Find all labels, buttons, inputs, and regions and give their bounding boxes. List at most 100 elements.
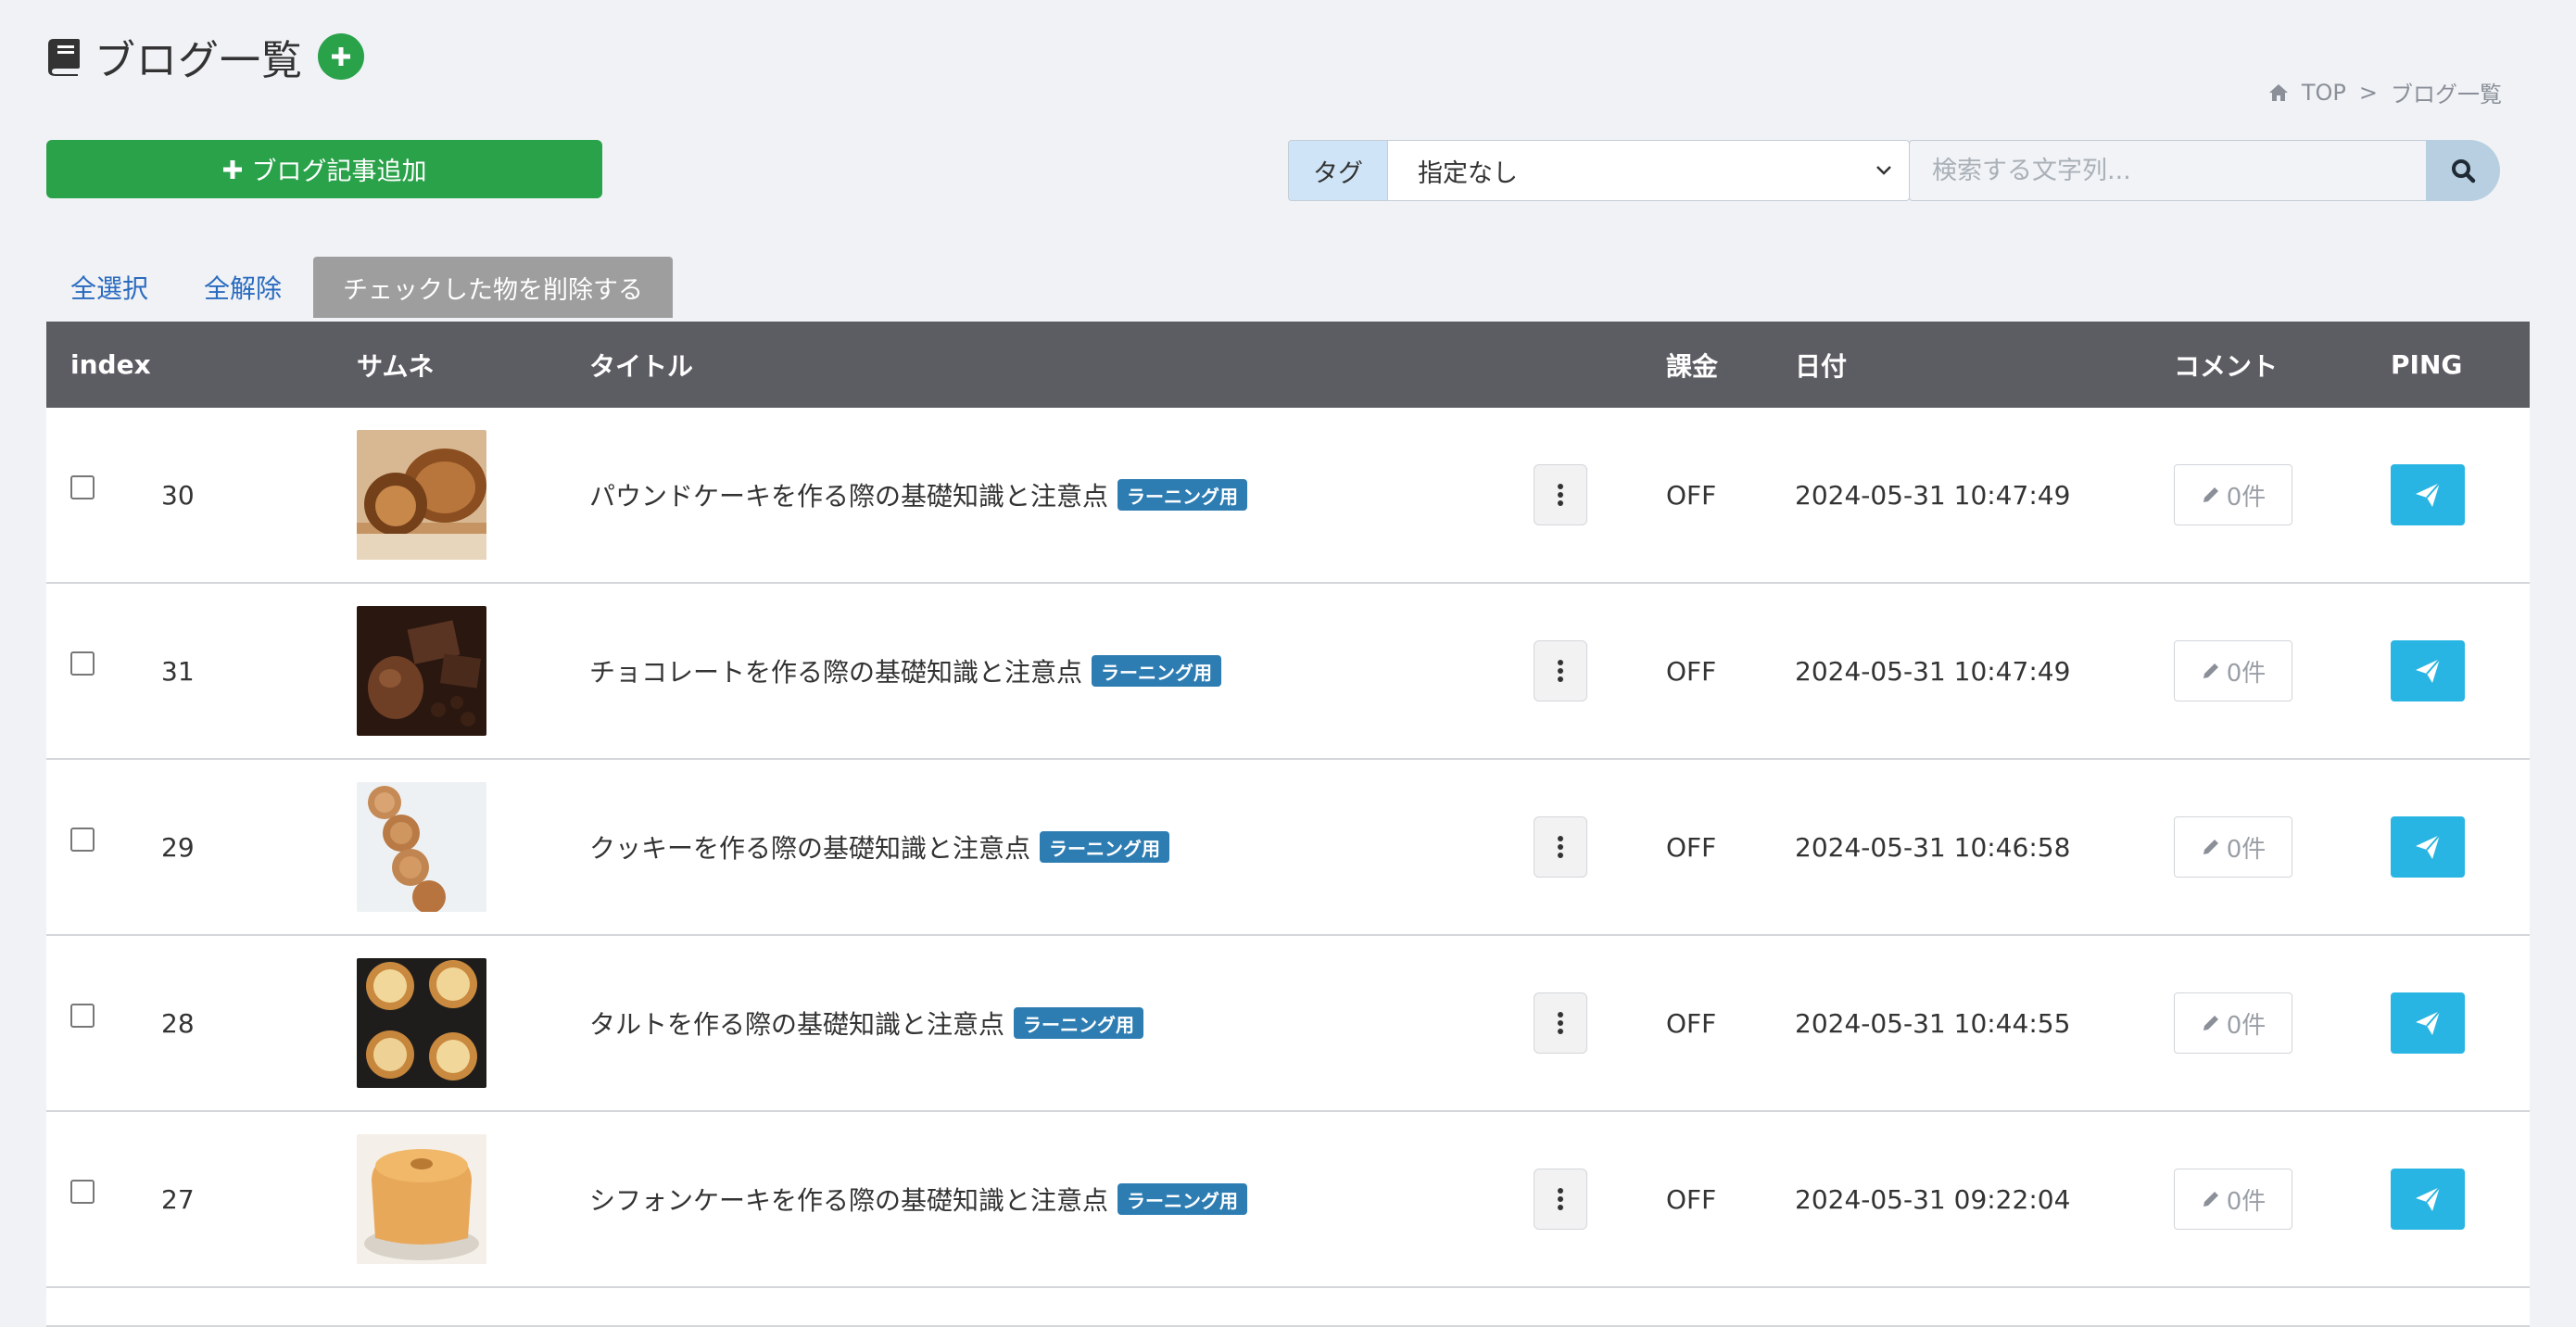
row-comment-button[interactable]: 0件 — [2174, 464, 2292, 525]
search-button[interactable] — [2426, 140, 2500, 201]
row-thumbnail-tart[interactable] — [357, 958, 486, 1088]
search-input[interactable] — [1909, 140, 2427, 201]
row-checkbox[interactable] — [70, 651, 95, 676]
row-more-button[interactable] — [1534, 640, 1587, 701]
row-index: 30 — [161, 479, 195, 511]
row-comment-count: 0件 — [2226, 483, 2267, 512]
row-tag-badge: ラーニング用 — [1092, 655, 1222, 687]
row-billing: OFF — [1666, 655, 1717, 687]
column-header-index: index — [70, 349, 151, 380]
row-checkbox[interactable] — [70, 828, 95, 852]
table-row: 28 タルトを作る際の基礎知識と注意点 ラーニング用 OFF 2024-05-3… — [46, 936, 2530, 1112]
tag-select-value: 指定なし — [1418, 158, 1518, 188]
tag-filter-label: タグ — [1288, 140, 1387, 201]
ellipsis-vertical-icon — [1558, 1012, 1563, 1034]
row-comment-count: 0件 — [2226, 659, 2267, 688]
paper-plane-icon — [2416, 1010, 2441, 1035]
ellipsis-vertical-icon — [1558, 836, 1563, 858]
add-blog-post-button[interactable]: ブログ記事追加 — [46, 140, 602, 198]
row-more-button[interactable] — [1534, 816, 1587, 878]
row-checkbox[interactable] — [70, 1004, 95, 1028]
row-checkbox[interactable] — [70, 475, 95, 499]
paper-plane-icon — [2416, 482, 2441, 507]
breadcrumb-current: ブログ一覧 — [2391, 82, 2502, 107]
deselect-all-link[interactable]: 全解除 — [204, 269, 282, 306]
row-comment-count: 0件 — [2226, 835, 2267, 864]
row-index: 27 — [161, 1183, 195, 1215]
column-header-title: タイトル — [589, 350, 694, 382]
row-billing: OFF — [1666, 831, 1717, 863]
pencil-icon — [2203, 1192, 2218, 1207]
row-comment-button[interactable]: 0件 — [2174, 640, 2292, 701]
row-tag-badge: ラーニング用 — [1040, 831, 1170, 863]
row-billing: OFF — [1666, 1007, 1717, 1039]
breadcrumb: TOP > ブログ一覧 — [2268, 76, 2502, 108]
ellipsis-vertical-icon — [1558, 484, 1563, 506]
row-more-button[interactable] — [1534, 1169, 1587, 1230]
table-row-partial — [46, 1288, 2530, 1327]
search-icon — [2452, 159, 2476, 183]
row-thumbnail-cookie[interactable] — [357, 782, 486, 912]
row-comment-button[interactable]: 0件 — [2174, 816, 2292, 878]
row-ping-button[interactable] — [2391, 640, 2465, 701]
row-tag-badge: ラーニング用 — [1118, 479, 1248, 511]
row-title[interactable]: シフォンケーキを作る際の基礎知識と注意点 — [589, 1181, 1108, 1218]
pencil-icon — [2203, 1016, 2218, 1030]
ellipsis-vertical-icon — [1558, 1188, 1563, 1210]
tag-select[interactable]: 指定なし — [1387, 140, 1910, 201]
column-header-ping: PING — [2391, 349, 2463, 380]
bulk-actions: 全選択 全解除 — [70, 257, 337, 318]
row-index: 29 — [161, 831, 195, 863]
tag-filter: タグ 指定なし — [1288, 140, 1910, 201]
table-row: 30 パウンドケーキを作る際の基礎知識と注意点 ラーニング用 OFF 2024-… — [46, 408, 2530, 584]
row-title[interactable]: タルトを作る際の基礎知識と注意点 — [589, 1005, 1004, 1042]
row-comment-button[interactable]: 0件 — [2174, 992, 2292, 1054]
row-title[interactable]: チョコレートを作る際の基礎知識と注意点 — [589, 652, 1082, 689]
chevron-down-icon — [1876, 166, 1891, 175]
delete-checked-button[interactable]: チェックした物を削除する — [313, 257, 673, 318]
row-date: 2024-05-31 10:47:49 — [1795, 655, 2071, 687]
book-icon — [48, 39, 80, 76]
add-blog-post-label: ブログ記事追加 — [251, 158, 427, 186]
row-checkbox[interactable] — [70, 1180, 95, 1204]
table-row: 27 シフォンケーキを作る際の基礎知識と注意点 ラーニング用 OFF 2024-… — [46, 1112, 2530, 1288]
row-comment-count: 0件 — [2226, 1187, 2267, 1216]
breadcrumb-separator: > — [2358, 79, 2378, 106]
table-header: index サムネ タイトル 課金 日付 コメント PING — [46, 322, 2530, 408]
row-date: 2024-05-31 10:46:58 — [1795, 831, 2071, 863]
row-thumbnail-chiffon-cake[interactable] — [357, 1134, 486, 1264]
row-comment-button[interactable]: 0件 — [2174, 1169, 2292, 1230]
column-header-date: 日付 — [1795, 350, 1848, 382]
row-date: 2024-05-31 10:44:55 — [1795, 1007, 2071, 1039]
home-icon — [2268, 83, 2288, 101]
table-row: 31 チョコレートを作る際の基礎知識と注意点 ラーニング用 OFF 2024-0… — [46, 584, 2530, 760]
plus-icon — [222, 159, 242, 179]
row-ping-button[interactable] — [2391, 464, 2465, 525]
paper-plane-icon — [2416, 658, 2441, 683]
page-title-text: ブログ一覧 — [95, 37, 303, 84]
row-title[interactable]: クッキーを作る際の基礎知識と注意点 — [589, 828, 1030, 866]
row-comment-count: 0件 — [2226, 1011, 2267, 1040]
row-ping-button[interactable] — [2391, 816, 2465, 878]
paper-plane-icon — [2416, 834, 2441, 859]
column-header-comment: コメント — [2174, 350, 2279, 382]
row-thumbnail-pound-cake[interactable] — [357, 430, 486, 560]
title-add-button[interactable] — [318, 33, 364, 80]
row-thumbnail-chocolate[interactable] — [357, 606, 486, 736]
row-date: 2024-05-31 09:22:04 — [1795, 1183, 2071, 1215]
breadcrumb-top-link[interactable]: TOP — [2302, 80, 2346, 106]
row-ping-button[interactable] — [2391, 1169, 2465, 1230]
search-group — [1909, 140, 2500, 201]
plus-icon — [332, 47, 350, 66]
row-more-button[interactable] — [1534, 992, 1587, 1054]
row-title[interactable]: パウンドケーキを作る際の基礎知識と注意点 — [589, 476, 1108, 513]
row-billing: OFF — [1666, 479, 1717, 511]
page-title: ブログ一覧 — [46, 28, 364, 85]
blog-table: index サムネ タイトル 課金 日付 コメント PING 30 パウンドケー… — [46, 322, 2530, 1327]
table-row: 29 クッキーを作る際の基礎知識と注意点 ラーニング用 OFF 2024-05-… — [46, 760, 2530, 936]
pencil-icon — [2203, 487, 2218, 502]
row-tag-badge: ラーニング用 — [1118, 1183, 1248, 1215]
row-ping-button[interactable] — [2391, 992, 2465, 1054]
select-all-link[interactable]: 全選択 — [70, 269, 148, 306]
row-more-button[interactable] — [1534, 464, 1587, 525]
